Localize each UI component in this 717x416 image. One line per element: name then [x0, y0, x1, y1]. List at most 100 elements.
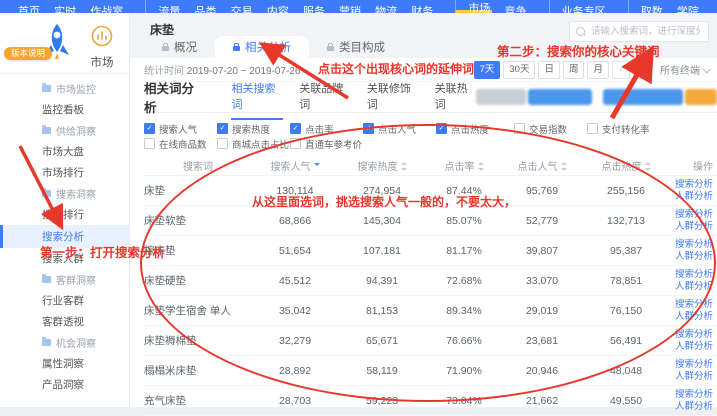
navbar-item[interactable]: 市场: [455, 0, 492, 13]
blurred-button[interactable]: [476, 89, 526, 105]
sidebar-menu-item[interactable]: 行业客群: [0, 290, 129, 311]
date-range-button[interactable]: 日: [538, 61, 560, 79]
sidebar-menu-item[interactable]: 客群洞察: [0, 269, 129, 290]
search-analysis-link[interactable]: 搜索分析: [670, 389, 713, 401]
crowd-analysis-link[interactable]: 人群分析: [670, 221, 713, 233]
keyword-cell[interactable]: 榻榻米床垫: [144, 356, 252, 386]
navbar-item[interactable]: 物流: [373, 0, 399, 13]
blurred-button[interactable]: [685, 89, 717, 105]
crowd-analysis-link[interactable]: 人群分析: [670, 311, 713, 323]
crowd-analysis-link[interactable]: 人群分析: [670, 341, 713, 353]
next-page-button[interactable]: ›: [633, 61, 651, 79]
metric-checkbox[interactable]: 点击热度: [436, 122, 514, 136]
navbar-item[interactable]: 服务: [301, 0, 327, 13]
sidebar-menu-item[interactable]: 客群透视: [0, 311, 129, 332]
word-type-tab[interactable]: 关联品牌词: [299, 74, 351, 120]
keyword-cell[interactable]: 床垫软垫: [144, 206, 252, 236]
version-badge[interactable]: 版本说明: [4, 47, 52, 60]
navbar-item[interactable]: 品类: [193, 0, 219, 13]
sort-icon[interactable]: [401, 162, 407, 171]
column-header[interactable]: 点击热度: [582, 155, 670, 176]
date-range-button[interactable]: 周: [563, 61, 585, 79]
sort-desc-icon[interactable]: [314, 163, 320, 169]
navbar-item[interactable]: 交易: [229, 0, 255, 13]
keyword-cell[interactable]: 充气床垫: [144, 386, 252, 416]
keyword-cell[interactable]: 床垫褥棉垫: [144, 326, 252, 356]
analysis-tab[interactable]: 类目构成: [309, 36, 403, 58]
metric-checkbox[interactable]: 点击率: [290, 122, 363, 136]
keyword-cell[interactable]: 棕床垫: [144, 236, 252, 266]
metric-checkbox[interactable]: 直通车参考价: [290, 137, 363, 151]
sidebar-menu-item[interactable]: 市场监控: [0, 78, 129, 99]
metric-checkbox[interactable]: 搜索热度: [217, 122, 290, 136]
analysis-tab[interactable]: 相关分析: [215, 36, 309, 58]
terminal-filter-dropdown[interactable]: 所有终端: [660, 62, 709, 77]
date-range-button[interactable]: 30天: [503, 61, 535, 79]
sidebar-menu-item[interactable]: 搜索排行: [0, 204, 129, 225]
crowd-analysis-link[interactable]: 人群分析: [670, 401, 713, 413]
sidebar-menu-item[interactable]: 搜索洞察: [0, 183, 129, 204]
metric-checkbox[interactable]: 在线商品数: [144, 137, 217, 151]
navbar-item[interactable]: 内容: [265, 0, 291, 13]
keyword-cell[interactable]: 床垫: [144, 176, 252, 206]
keyword-cell[interactable]: 床垫学生宿舍 单人: [144, 296, 252, 326]
sidebar-menu-item[interactable]: 搜索人群: [0, 248, 129, 269]
navbar-item[interactable]: 首页: [16, 0, 42, 13]
word-type-tab[interactable]: 相关搜索词: [231, 74, 283, 120]
navbar-item[interactable]: 学院: [675, 0, 701, 13]
metric-checkbox[interactable]: 支付转化率: [587, 122, 660, 136]
crowd-analysis-link[interactable]: 人群分析: [670, 251, 713, 263]
column-header[interactable]: 搜索热度: [338, 155, 426, 176]
crowd-analysis-link[interactable]: 人群分析: [670, 281, 713, 293]
prev-page-button[interactable]: ‹: [612, 61, 630, 79]
search-input[interactable]: [589, 25, 702, 38]
metric-checkbox[interactable]: 商城点击占比: [217, 137, 290, 151]
sort-icon[interactable]: [561, 162, 567, 171]
sidebar-menu-item[interactable]: 市场排行: [0, 162, 129, 183]
search-analysis-link[interactable]: 搜索分析: [670, 269, 713, 281]
sidebar-menu-item[interactable]: 机会洞察: [0, 332, 129, 353]
search-analysis-link[interactable]: 搜索分析: [670, 359, 713, 371]
column-header[interactable]: 搜索人气: [252, 155, 338, 176]
metric-checkbox[interactable]: 点击人气: [363, 122, 436, 136]
navbar-item[interactable]: 财务: [409, 0, 435, 13]
metric-checkbox[interactable]: 搜索人气: [144, 122, 217, 136]
search-analysis-link[interactable]: 搜索分析: [670, 239, 713, 251]
navbar-item[interactable]: 取数: [628, 0, 665, 13]
word-type-tab[interactable]: 关联修饰词: [367, 74, 419, 120]
keyword-cell[interactable]: 床垫硬垫: [144, 266, 252, 296]
search-analysis-link[interactable]: 搜索分析: [670, 329, 713, 341]
sidebar-menu-item[interactable]: 搜索分析: [0, 225, 129, 248]
analysis-tab[interactable]: 概况: [144, 36, 215, 58]
sort-icon[interactable]: [645, 162, 651, 171]
date-range-button[interactable]: 7天: [474, 61, 501, 79]
crowd-analysis-link[interactable]: 人群分析: [670, 371, 713, 383]
column-header[interactable]: 点击率: [426, 155, 502, 176]
sort-icon[interactable]: [478, 162, 484, 171]
sidebar-menu-item[interactable]: 监控看板: [0, 99, 129, 120]
column-header[interactable]: 操作: [670, 155, 717, 176]
search-analysis-link[interactable]: 搜索分析: [670, 209, 713, 221]
sidebar-menu-item[interactable]: 产品洞察: [0, 374, 129, 395]
navbar-item[interactable]: 作战室: [88, 0, 125, 13]
word-type-tab[interactable]: 关联热词: [435, 74, 476, 120]
navbar-item[interactable]: 业务专区: [549, 0, 608, 13]
navbar-item[interactable]: 营销: [337, 0, 363, 13]
sidebar-menu-item[interactable]: 属性洞察: [0, 353, 129, 374]
navbar-item[interactable]: 竞争: [503, 0, 529, 13]
market-module[interactable]: 市场: [80, 25, 124, 70]
search-analysis-link[interactable]: 搜索分析: [670, 299, 713, 311]
navbar-item[interactable]: 实时: [52, 0, 78, 13]
blurred-button[interactable]: [603, 89, 683, 105]
keyword-search-box[interactable]: [569, 21, 709, 42]
column-header[interactable]: 点击人气: [502, 155, 582, 176]
sidebar-menu-item[interactable]: 市场大盘: [0, 141, 129, 162]
navbar-item[interactable]: 流量: [145, 0, 182, 13]
column-header[interactable]: 搜索词: [144, 155, 252, 176]
date-range-button[interactable]: 月: [587, 61, 609, 79]
search-analysis-link[interactable]: 搜索分析: [670, 179, 713, 191]
sidebar-menu-item[interactable]: 供给洞察: [0, 120, 129, 141]
blurred-button[interactable]: [528, 89, 592, 105]
crowd-analysis-link[interactable]: 人群分析: [670, 191, 713, 203]
metric-checkbox[interactable]: 交易指数: [514, 122, 587, 136]
